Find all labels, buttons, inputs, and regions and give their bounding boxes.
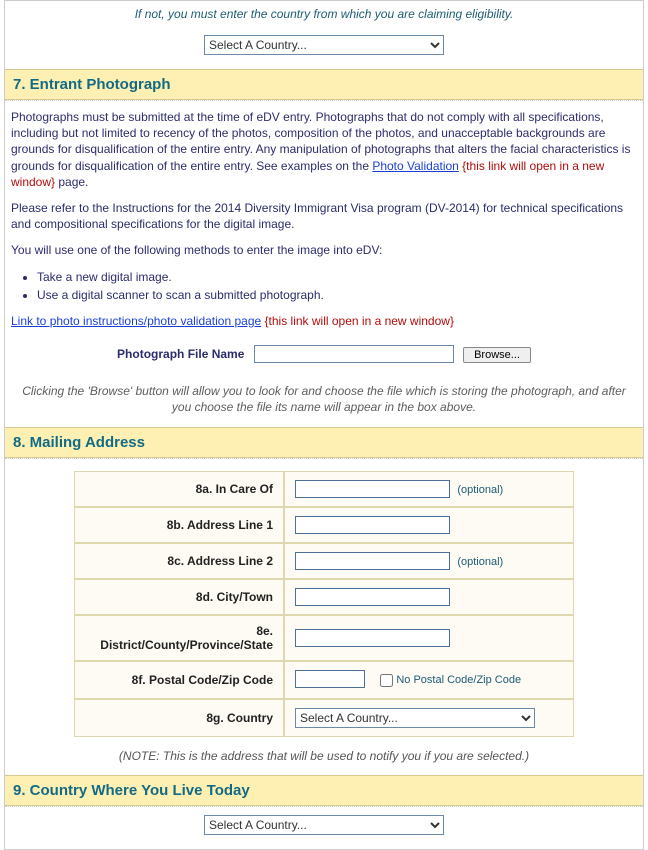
label-8a: 8a. In Care Of <box>74 471 284 507</box>
no-postal-code-checkbox[interactable] <box>380 674 393 687</box>
eligibility-country-select[interactable]: Select A Country... <box>204 35 444 55</box>
photo-file-row: Photograph File Name Browse... <box>11 339 637 369</box>
no-postal-code-label[interactable]: No Postal Code/Zip Code <box>376 674 521 686</box>
section-9-title: 9. Country Where You Live Today <box>13 782 635 799</box>
label-8d: 8d. City/Town <box>74 579 284 615</box>
table-row: 8a. In Care Of (optional) <box>74 471 574 507</box>
label-8e: 8e. District/County/Province/State <box>74 615 284 661</box>
photo-file-label: Photograph File Name <box>117 347 244 361</box>
city-town-input[interactable] <box>295 588 450 606</box>
photo-validation-link[interactable]: Photo Validation <box>372 159 459 173</box>
mailing-address-note: (NOTE: This is the address that will be … <box>5 749 643 775</box>
live-country-row: Select A Country... <box>5 807 643 849</box>
table-row: 8f. Postal Code/Zip Code No Postal Code/… <box>74 661 574 699</box>
mailing-country-select[interactable]: Select A Country... <box>295 708 535 728</box>
sec7-link-row: Link to photo instructions/photo validat… <box>11 313 637 329</box>
browse-hint: Clicking the 'Browse' button will allow … <box>5 377 643 427</box>
method-item: Take a new digital image. <box>37 269 637 285</box>
label-8g: 8g. Country <box>74 699 284 737</box>
address-line-1-input[interactable] <box>295 516 450 534</box>
postal-code-input[interactable] <box>295 670 365 688</box>
label-8c: 8c. Address Line 2 <box>74 543 284 579</box>
table-row: 8b. Address Line 1 <box>74 507 574 543</box>
form-page: If not, you must enter the country from … <box>4 0 644 850</box>
sec7-methods-list: Take a new digital image. Use a digital … <box>37 269 637 303</box>
top-eligibility-note: If not, you must enter the country from … <box>5 1 643 27</box>
optional-note: (optional) <box>457 484 503 496</box>
section-8-header: 8. Mailing Address <box>5 427 643 458</box>
new-window-note-2: {this link will open in a new window} <box>265 314 454 328</box>
photo-file-name-input[interactable] <box>254 345 454 363</box>
address-line-2-input[interactable] <box>295 552 450 570</box>
table-row: 8e. District/County/Province/State <box>74 615 574 661</box>
in-care-of-input[interactable] <box>295 480 450 498</box>
section-7-header: 7. Entrant Photograph <box>5 69 643 100</box>
table-row: 8g. Country Select A Country... <box>74 699 574 737</box>
section-9-header: 9. Country Where You Live Today <box>5 775 643 806</box>
photo-instructions-link[interactable]: Link to photo instructions/photo validat… <box>11 314 261 328</box>
method-item: Use a digital scanner to scan a submitte… <box>37 287 637 303</box>
optional-note: (optional) <box>457 556 503 568</box>
live-country-select[interactable]: Select A Country... <box>204 815 444 835</box>
browse-button[interactable]: Browse... <box>463 347 531 363</box>
eligibility-country-row: Select A Country... <box>5 27 643 69</box>
label-8f: 8f. Postal Code/Zip Code <box>74 661 284 699</box>
district-state-input[interactable] <box>295 629 450 647</box>
table-row: 8d. City/Town <box>74 579 574 615</box>
mailing-address-table: 8a. In Care Of (optional) 8b. Address Li… <box>74 471 574 737</box>
label-8b: 8b. Address Line 1 <box>74 507 284 543</box>
sec7-para1: Photographs must be submitted at the tim… <box>11 109 637 190</box>
section-7-title: 7. Entrant Photograph <box>13 76 635 93</box>
section-8-title: 8. Mailing Address <box>13 434 635 451</box>
section-7-body: Photographs must be submitted at the tim… <box>5 101 643 377</box>
table-row: 8c. Address Line 2 (optional) <box>74 543 574 579</box>
sec7-para3: You will use one of the following method… <box>11 242 637 258</box>
sec7-para2: Please refer to the Instructions for the… <box>11 200 637 232</box>
